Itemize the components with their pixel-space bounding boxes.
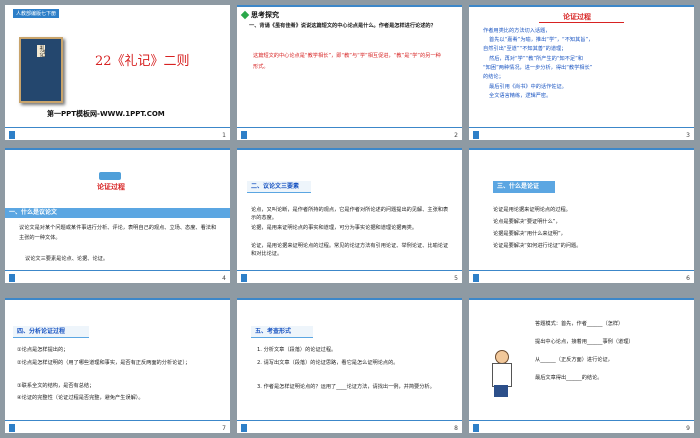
content-line: 自然引出“至道”“不知其善”的道理； [483, 46, 567, 52]
book-cover: 礼记 [19, 37, 63, 103]
slide-subtitle: 第一PPT模板网-WWW.1PPT.COM [47, 110, 165, 118]
page-number: 6 [686, 275, 690, 282]
content-line: ④论证的完整性（论证过程是否完整，避免产生误解）。 [17, 395, 144, 401]
slide-7[interactable]: 四、分析论证过程 ①论点是怎样提出的； ②论点是怎样证明的（用了哪些道理和事实，… [5, 298, 230, 433]
book-stack-icon [99, 172, 121, 180]
content-line: 议论文三要素是论点、论据、论证。 [25, 256, 109, 262]
content-line: 论据是要解决“用什么来证明”， [493, 231, 566, 237]
slide-6[interactable]: 三、什么是论证 论证是用论据来证明论点的过程。 论点是要解决“要证明什么”， 论… [469, 148, 694, 283]
content-line: 提出中心论点，接着用______事例（道理） [535, 339, 634, 345]
content-line: 论证是用论据来证明论点的过程。 [493, 207, 571, 213]
content-line: 最后引用《尚书》中的话作佐证。 [489, 84, 567, 90]
content-line: 然后，再对“学”“教”所产生的“知不足”和 [489, 56, 583, 62]
content-line: ①论点是怎样提出的； [17, 347, 69, 353]
page-number: 8 [454, 425, 458, 432]
page-number: 5 [454, 275, 458, 282]
logo-icon [473, 274, 479, 282]
content-line: “知困”两种情况，进一步分析，得出“教学相长” [483, 65, 593, 71]
slide-5[interactable]: 二、议论文三要素 论点，又叫论断，是作者所持的观点，它是作者对所论述的问题提出的… [237, 148, 462, 283]
page-number: 7 [222, 425, 226, 432]
slide-2[interactable]: 思考探究 一、背诵《虽有佳肴》说说这篇短文的中心论点是什么。作者是怎样进行论述的… [237, 5, 462, 140]
content-line: 论据，是用来证明论点的事实和道理，可分为事实论据和道理论据两类。 [251, 225, 418, 231]
content-line: 从______（正反方面）进行论证， [535, 357, 613, 363]
logo-icon [473, 424, 479, 432]
teacher-figure [489, 350, 513, 398]
section-bar: 五、考查形式 [251, 326, 313, 338]
page-number: 2 [454, 132, 458, 139]
book-label: 礼记 [37, 45, 45, 57]
slide-9[interactable]: 答题模式：首先，作者______（怎样） 提出中心论点，接着用______事例（… [469, 298, 694, 433]
content-line: 全文语言精练，逻辑严密。 [489, 93, 552, 99]
content-line: 议论文是对某个问题或某件事进行分析、评论，表明自己的观点、立场、态度、看法和主张… [19, 225, 217, 241]
content-line: 1. 分析文章（段落）的论证过程。 [257, 347, 337, 353]
slide-badge: 人教部编版七下册 [13, 9, 60, 18]
logo-icon [241, 274, 247, 282]
content-line: 首先以“嘉肴”为喻，推出“学”，“不知其旨”， [489, 37, 594, 43]
content-line: 论证是要解决“如何进行论证”的问题。 [493, 243, 582, 249]
logo-icon [241, 424, 247, 432]
teacher-body [492, 363, 512, 387]
section-bar: 三、什么是论证 [493, 181, 555, 193]
content-line: 答题模式：首先，作者______（怎样） [535, 321, 624, 327]
content-line: 2. 请写出文章（段落）的论证思路，看它是怎么证明论点的。 [257, 360, 399, 366]
answer-text: 这篇短文的中心论点是“教学相长”，即“教”与“学”相互促进，“教”是“学”的另一… [253, 53, 441, 70]
logo-icon [9, 274, 15, 282]
content-line: 论点，又叫论断，是作者所持的观点，它是作者对所论述的问题提出的见解、主张和表示的… [251, 207, 449, 221]
teacher-head [495, 350, 509, 364]
page-number: 3 [686, 132, 690, 139]
content-line: 作者用类比的方法切入话题， [483, 28, 551, 34]
content-line: ③联系全文的结构，是否有总结； [17, 383, 95, 389]
slide-1[interactable]: 人教部编版七下册 礼记 22《礼记》二则 第一PPT模板网-WWW.1PPT.C… [5, 5, 230, 140]
question-text: 一、背诵《虽有佳肴》说说这篇短文的中心论点是什么。作者是怎样进行论述的？ [249, 23, 436, 29]
slide-header: 论证过程 [97, 183, 125, 191]
slide-title: 论证过程 [563, 13, 591, 21]
section-bar: 二、议论文三要素 [247, 181, 311, 193]
content-line: 最后文章得出______的结论。 [535, 375, 603, 381]
page-number: 9 [686, 425, 690, 432]
logo-icon [241, 131, 247, 139]
content-line: 3. 作者是怎样证明论点的？运用了____论证方法，请找出一例，并简要分析。 [257, 384, 435, 390]
logo-icon [473, 131, 479, 139]
page-number: 4 [222, 275, 226, 282]
content-line: ②论点是怎样证明的（用了哪些道理和事实，是否有正反两面的分析论证）； [17, 360, 191, 366]
page-number: 1 [222, 132, 226, 139]
logo-icon [9, 131, 15, 139]
logo-icon [9, 424, 15, 432]
content-line: 论证，是用论据来证明论点的过程。常见的论证方法有引用论证、举例论证、比喻论证和对… [251, 243, 449, 257]
section-bar: 四、分析论证过程 [13, 326, 89, 338]
slide-3[interactable]: 论证过程 作者用类比的方法切入话题， 首先以“嘉肴”为喻，推出“学”，“不知其旨… [469, 5, 694, 140]
title-underline [539, 22, 624, 23]
slide-4[interactable]: 论证过程 一、什么是议论文 议论文是对某个问题或某件事进行分析、评论，表明自己的… [5, 148, 230, 283]
slide-header: 思考探究 [251, 11, 279, 19]
content-line: 论点是要解决“要证明什么”， [493, 219, 561, 225]
diamond-icon [240, 10, 250, 20]
section-bar: 一、什么是议论文 [5, 208, 230, 218]
slide-title: 22《礼记》二则 [95, 54, 190, 69]
content-line: 的结论； [483, 74, 504, 80]
teacher-legs [494, 385, 508, 397]
slide-8[interactable]: 五、考查形式 1. 分析文章（段落）的论证过程。 2. 请写出文章（段落）的论证… [237, 298, 462, 433]
